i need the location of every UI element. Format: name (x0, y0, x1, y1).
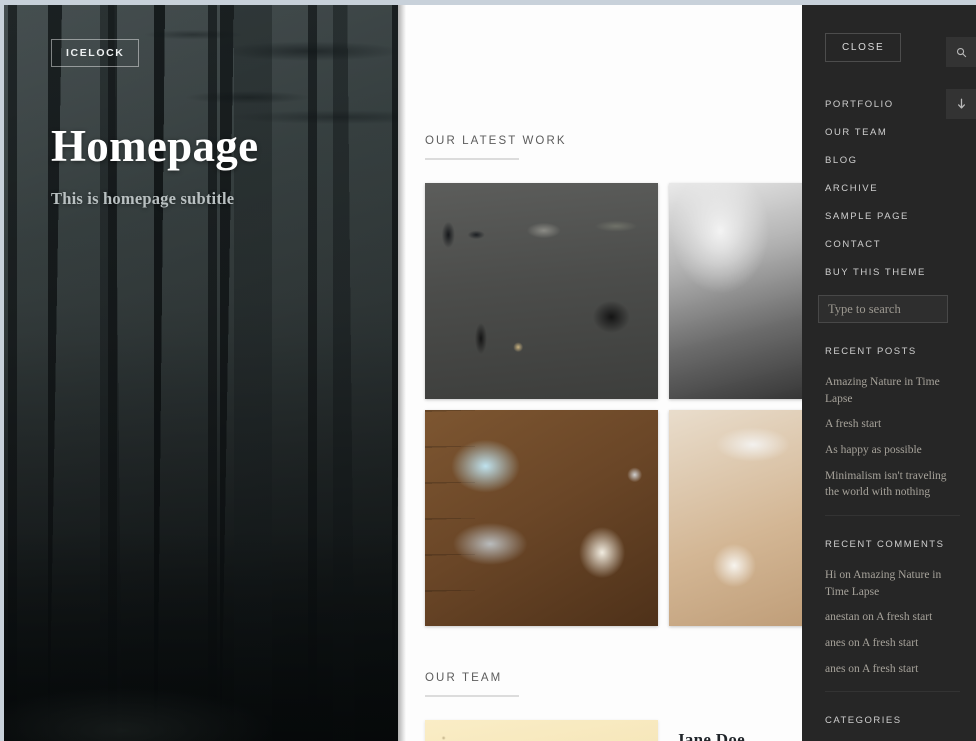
section-rule (425, 158, 519, 160)
team-member-card: Jane Doe CREATIVE DIRECTOR · DES (425, 720, 802, 741)
widget-title-categories: CATEGORIES (825, 715, 902, 727)
search-icon (956, 47, 966, 57)
recent-comment-link[interactable]: Hi on Amazing Nature in Time Lapse (825, 567, 960, 600)
recent-comment-link[interactable]: anestan on A fresh start (825, 609, 960, 626)
scroll-down-button[interactable] (946, 89, 976, 119)
portfolio-tile-bright-desk-keyboard[interactable] (669, 410, 802, 626)
sidebar-item-contact[interactable]: CONTACT (825, 239, 976, 250)
site-logo[interactable]: ICELOCK (51, 39, 140, 67)
hero-forest-photo (4, 5, 398, 741)
team-member-name: Jane Doe (676, 730, 745, 741)
page-title: Homepage (51, 121, 259, 171)
latest-work-header: OUR LATEST WORK (425, 5, 782, 160)
latest-work-title: OUR LATEST WORK (425, 135, 567, 147)
portfolio-tile-photographer-bw[interactable] (669, 183, 802, 399)
section-rule (425, 695, 519, 697)
hero-panel: ICELOCK Homepage This is homepage subtit… (4, 5, 398, 741)
team-member-info: Jane Doe CREATIVE DIRECTOR · DES (676, 720, 802, 741)
team-member-photo[interactable] (425, 720, 658, 741)
recent-post-link[interactable]: Amazing Nature in Time Lapse (825, 374, 960, 407)
recent-comment-link[interactable]: anes on A fresh start (825, 661, 960, 678)
sidebar-nav: PORTFOLIO OUR TEAM BLOG ARCHIVE SAMPLE P… (825, 99, 976, 278)
widget-title-recent-posts: RECENT POSTS (825, 346, 917, 357)
sidebar-item-sample-page[interactable]: SAMPLE PAGE (825, 211, 976, 222)
main-content: OUR LATEST WORK OUR TEAM Jane Doe CREATI… (398, 5, 802, 741)
search-input[interactable] (818, 295, 948, 323)
recent-post-link[interactable]: Minimalism isn't traveling the world wit… (825, 468, 960, 501)
hero-text-block: Homepage This is homepage subtitle (51, 121, 259, 209)
recent-post-link[interactable]: As happy as possible (825, 442, 960, 459)
widget-categories: CATEGORIES Life Nature (825, 692, 960, 741)
site-logo-text: ICELOCK (66, 47, 125, 59)
recent-comment-link[interactable]: anes on A fresh start (825, 635, 960, 652)
our-team-title: OUR TEAM (425, 672, 503, 684)
sidebar-item-our-team[interactable]: OUR TEAM (825, 127, 976, 138)
search-toggle-button[interactable] (946, 37, 976, 67)
widget-recent-posts: RECENT POSTS Amazing Nature in Time Laps… (825, 323, 960, 501)
our-team-header: OUR TEAM (425, 626, 782, 697)
page-subtitle: This is homepage subtitle (51, 189, 235, 209)
close-button[interactable]: CLOSE (825, 33, 902, 62)
sidebar-item-buy-this-theme[interactable]: BUY THIS THEME (825, 267, 976, 278)
close-button-label: CLOSE (842, 42, 885, 53)
widget-recent-comments: RECENT COMMENTS Hi on Amazing Nature in … (825, 516, 960, 677)
widget-title-recent-comments: RECENT COMMENTS (825, 539, 945, 551)
sidebar-item-blog[interactable]: BLOG (825, 155, 976, 166)
sidebar-search (818, 295, 976, 323)
sidebar-item-archive[interactable]: ARCHIVE (825, 183, 976, 194)
browser-viewport: ICELOCK Homepage This is homepage subtit… (0, 0, 976, 741)
portfolio-grid (425, 183, 802, 626)
portfolio-tile-flatlay-accessories[interactable] (425, 183, 658, 399)
download-icon (957, 98, 965, 109)
portfolio-tile-laptop-wood-desk[interactable] (425, 410, 658, 626)
recent-post-link[interactable]: A fresh start (825, 416, 960, 433)
page-root: ICELOCK Homepage This is homepage subtit… (4, 5, 976, 741)
